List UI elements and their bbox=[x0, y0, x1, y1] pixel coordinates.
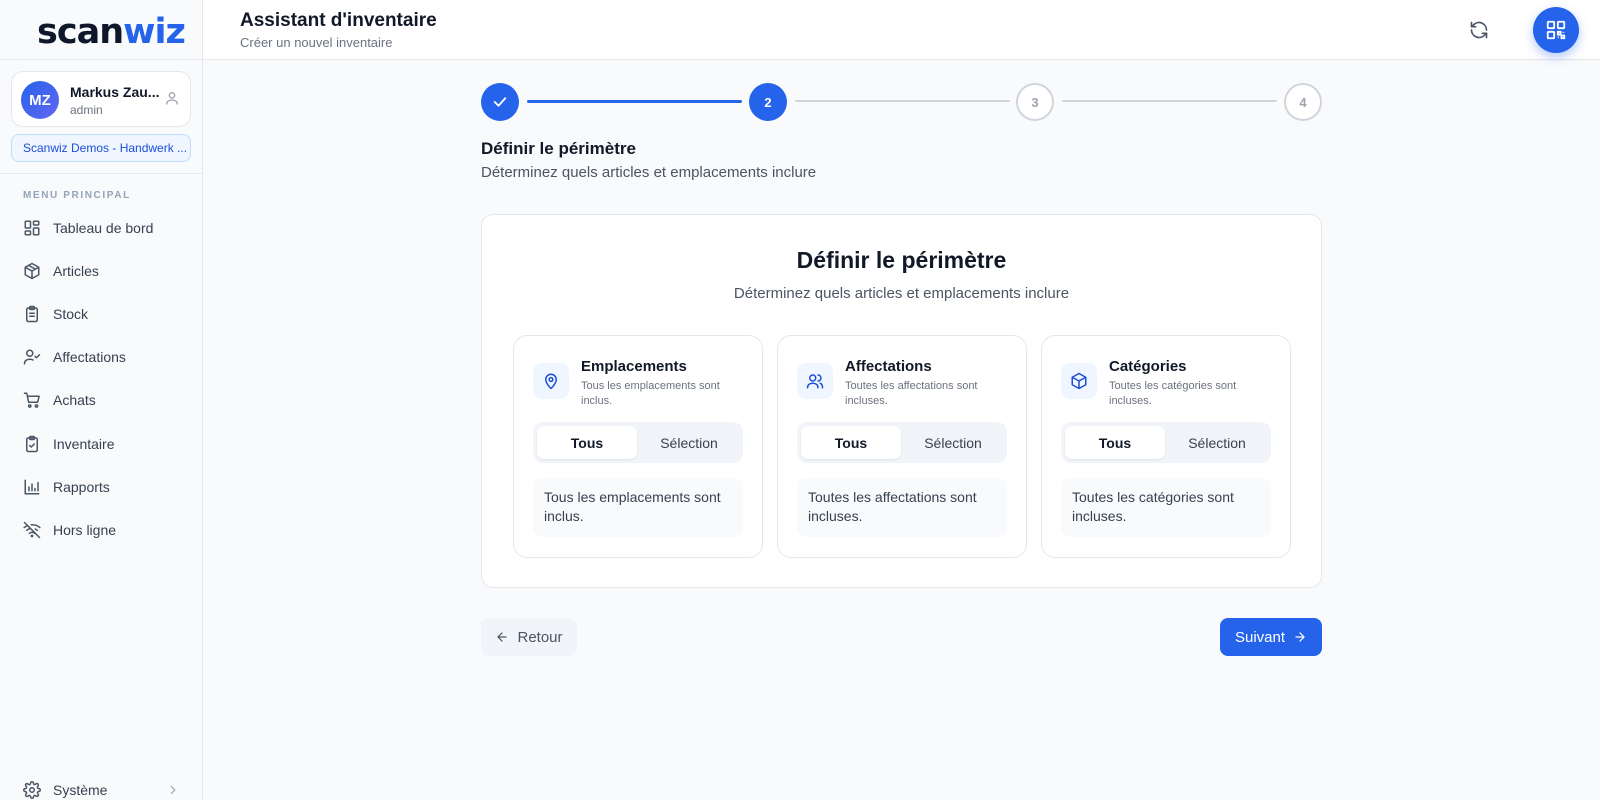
dashboard-icon bbox=[24, 220, 40, 236]
option-all-button[interactable]: Tous bbox=[1065, 426, 1165, 459]
scope-description: Toutes les affectations sont incluses. bbox=[845, 380, 978, 407]
sidebar-item-dashboard[interactable]: Tableau de bord bbox=[11, 210, 193, 246]
clipboard-list-icon bbox=[26, 305, 38, 323]
next-button-label: Suivant bbox=[1234, 628, 1286, 646]
sidebar-item-label: Inventaire bbox=[53, 436, 115, 452]
section-subtitle: Déterminez quels articles et emplacement… bbox=[481, 164, 817, 181]
scope-toggle: Tous Sélection bbox=[1061, 422, 1271, 463]
scope-card-emplacements: Emplacements Tous les emplacements sont … bbox=[513, 335, 763, 558]
user-name: Markus Zau... bbox=[70, 84, 160, 100]
scope-title: Emplacements bbox=[581, 358, 687, 375]
option-selection-button[interactable]: Sélection bbox=[639, 426, 739, 459]
scope-card-categories: Catégories Toutes les catégories sont in… bbox=[1041, 335, 1291, 558]
scope-card-affectations: Affectations Toutes les affectations son… bbox=[777, 335, 1027, 558]
next-button[interactable]: Suivant bbox=[1220, 618, 1322, 656]
sidebar: scanwiz MZ Markus Zau... admin Scanwiz D… bbox=[0, 0, 203, 800]
sidebar-item-label: Achats bbox=[53, 392, 96, 408]
sidebar-item-label: Hors ligne bbox=[53, 522, 117, 538]
option-selection-button[interactable]: Sélection bbox=[903, 426, 1003, 459]
gear-icon bbox=[23, 781, 41, 799]
user-check-icon bbox=[23, 349, 41, 365]
sidebar-item-label: Stock bbox=[53, 306, 89, 322]
refresh-icon bbox=[1470, 21, 1488, 39]
map-pin-icon bbox=[533, 363, 569, 399]
sidebar-item-label: Rapports bbox=[53, 479, 110, 495]
scope-panel: Définir le périmètre Déterminez quels ar… bbox=[481, 214, 1322, 588]
avatar: MZ bbox=[21, 81, 59, 119]
step-1-completed[interactable] bbox=[481, 83, 519, 121]
box-icon bbox=[24, 262, 40, 280]
scope-info-text: Toutes les affectations sont incluses. bbox=[797, 478, 1007, 537]
sidebar-item-articles[interactable]: Articles bbox=[11, 253, 193, 289]
option-selection-button[interactable]: Sélection bbox=[1167, 426, 1267, 459]
option-all-button[interactable]: Tous bbox=[801, 426, 901, 459]
refresh-button[interactable] bbox=[1465, 16, 1493, 44]
sidebar-item-hors-ligne[interactable]: Hors ligne bbox=[11, 512, 193, 548]
scope-description: Tous les emplacements sont inclus. bbox=[581, 380, 720, 407]
qr-code-icon bbox=[1546, 20, 1566, 40]
user-card[interactable]: MZ Markus Zau... admin bbox=[11, 71, 191, 127]
back-button-label: Retour bbox=[517, 628, 563, 646]
sidebar-item-systeme[interactable]: Système bbox=[11, 772, 193, 800]
step-2-active[interactable]: 2 bbox=[749, 83, 787, 121]
sidebar-item-label: Affectations bbox=[53, 349, 126, 365]
arrow-right-icon bbox=[1295, 632, 1305, 642]
sidebar-item-affectations[interactable]: Affectations bbox=[11, 339, 193, 375]
check-icon bbox=[493, 97, 507, 107]
sidebar-item-label: Système bbox=[53, 782, 108, 798]
sidebar-item-label: Articles bbox=[53, 263, 99, 279]
step-connector bbox=[795, 100, 1010, 102]
arrow-left-icon bbox=[497, 632, 508, 642]
scope-description: Toutes les catégories sont incluses. bbox=[1109, 380, 1237, 407]
qr-scan-button[interactable] bbox=[1533, 7, 1579, 53]
box-icon bbox=[1061, 363, 1097, 399]
clipboard-check-icon bbox=[26, 435, 38, 453]
scope-info-text: Tous les emplacements sont inclus. bbox=[533, 478, 743, 537]
app-logo[interactable]: scanwiz bbox=[37, 12, 186, 52]
sidebar-item-label: Tableau de bord bbox=[53, 220, 154, 236]
page-subtitle: Créer un nouvel inventaire bbox=[240, 35, 393, 50]
scope-toggle: Tous Sélection bbox=[797, 422, 1007, 463]
step-connector bbox=[1062, 100, 1277, 102]
scope-toggle: Tous Sélection bbox=[533, 422, 743, 463]
user-role: admin bbox=[70, 103, 103, 117]
scope-info-text: Toutes les catégories sont incluses. bbox=[1061, 478, 1271, 537]
card-title: Définir le périmètre bbox=[796, 247, 1007, 273]
page-title: Assistant d'inventaire bbox=[240, 10, 437, 31]
back-button[interactable]: Retour bbox=[481, 618, 577, 656]
user-icon[interactable] bbox=[164, 90, 180, 106]
scope-title: Catégories bbox=[1109, 358, 1187, 375]
sidebar-item-achats[interactable]: Achats bbox=[11, 382, 193, 418]
users-icon bbox=[797, 363, 833, 399]
chevron-right-icon bbox=[170, 785, 176, 795]
step-connector bbox=[527, 100, 742, 103]
wifi-off-icon bbox=[23, 521, 41, 539]
divider bbox=[0, 173, 203, 174]
bar-chart-icon bbox=[24, 479, 40, 495]
divider bbox=[0, 59, 203, 60]
sidebar-item-rapports[interactable]: Rapports bbox=[11, 469, 193, 505]
top-bar: Assistant d'inventaire Créer un nouvel i… bbox=[203, 0, 1600, 60]
step-3[interactable]: 3 bbox=[1016, 83, 1054, 121]
step-4[interactable]: 4 bbox=[1284, 83, 1322, 121]
sidebar-item-stock[interactable]: Stock bbox=[11, 296, 193, 332]
section-title: Définir le périmètre bbox=[481, 139, 636, 158]
scope-title: Affectations bbox=[845, 358, 932, 375]
option-all-button[interactable]: Tous bbox=[537, 426, 637, 459]
sidebar-item-inventaire[interactable]: Inventaire bbox=[11, 426, 193, 462]
cart-icon bbox=[23, 392, 40, 408]
menu-header: MENU PRINCIPAL bbox=[23, 190, 131, 201]
organization-selector[interactable]: Scanwiz Demos - Handwerk ... bbox=[11, 134, 191, 162]
card-subtitle: Déterminez quels articles et emplacement… bbox=[733, 285, 1070, 302]
